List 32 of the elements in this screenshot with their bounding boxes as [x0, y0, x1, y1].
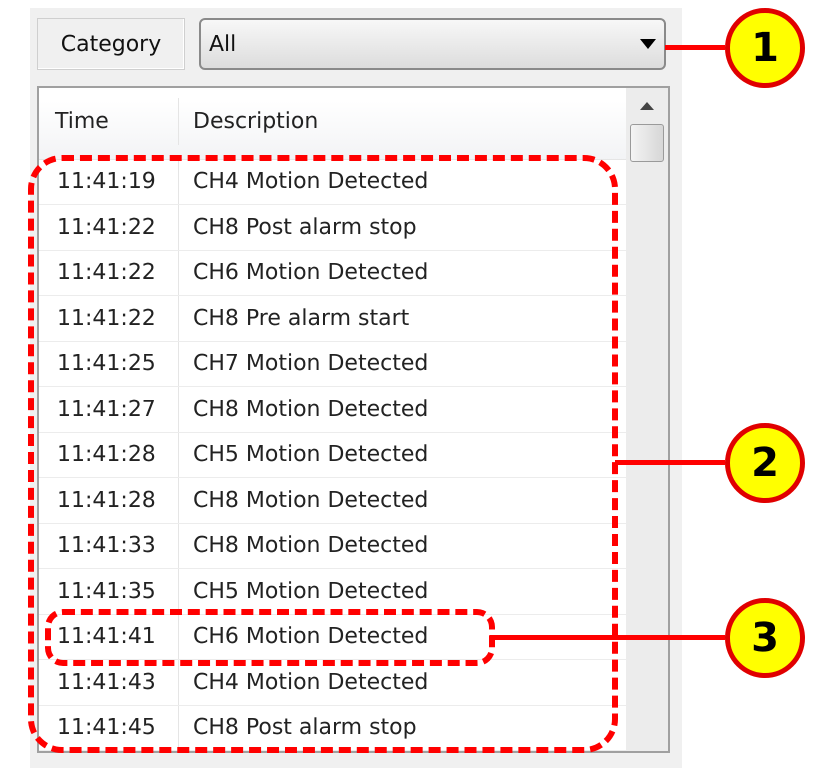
scrollbar[interactable]: [626, 88, 668, 751]
scroll-up-icon[interactable]: [640, 102, 654, 110]
column-header[interactable]: Time: [39, 98, 179, 144]
time-cell: 11:41:28: [39, 478, 179, 522]
time-cell: 11:41:22: [39, 250, 179, 295]
description-cell-text: CH8 Pre alarm start: [193, 304, 410, 333]
description-cell-text: CH5 Motion Detected: [193, 441, 428, 470]
description-cell-text: CH6 Motion Detected: [193, 259, 428, 288]
description-cell-text: CH6 Motion Detected: [193, 623, 428, 652]
description-cell-text: CH7 Motion Detected: [193, 350, 428, 378]
description-cell-text: CH8 Motion Detected: [193, 532, 428, 560]
description-cell-text: CH8 Motion Detected: [193, 396, 428, 424]
category-dropdown[interactable]: All: [199, 18, 666, 70]
description-cell-text: CH4 Motion Detected: [193, 668, 428, 697]
time-cell: 11:41:25: [39, 342, 179, 386]
column-header[interactable]: Description: [179, 98, 626, 144]
description-cell-text: CH4 Motion Detected: [193, 168, 428, 196]
description-cell-text: CH8 Post alarm stop: [193, 214, 417, 242]
time-cell: 11:41:22: [39, 205, 179, 250]
time-cell: 11:41:28: [39, 432, 179, 477]
callout-number: 2: [725, 423, 805, 503]
time-cell: 11:41:33: [39, 524, 179, 568]
scrollbar-thumb[interactable]: [630, 124, 664, 162]
time-cell: 11:41:27: [39, 387, 179, 432]
category-label: Category: [37, 18, 185, 70]
dropdown-caret-icon: [640, 39, 656, 49]
callout-number: 1: [725, 8, 805, 88]
time-cell: 11:41:22: [39, 296, 179, 340]
description-cell-text: CH8 Post alarm stop: [193, 714, 417, 742]
callout-number: 3: [725, 598, 805, 678]
description-cell-text: CH5 Motion Detected: [193, 578, 428, 606]
description-cell-text: CH8 Motion Detected: [193, 486, 428, 515]
